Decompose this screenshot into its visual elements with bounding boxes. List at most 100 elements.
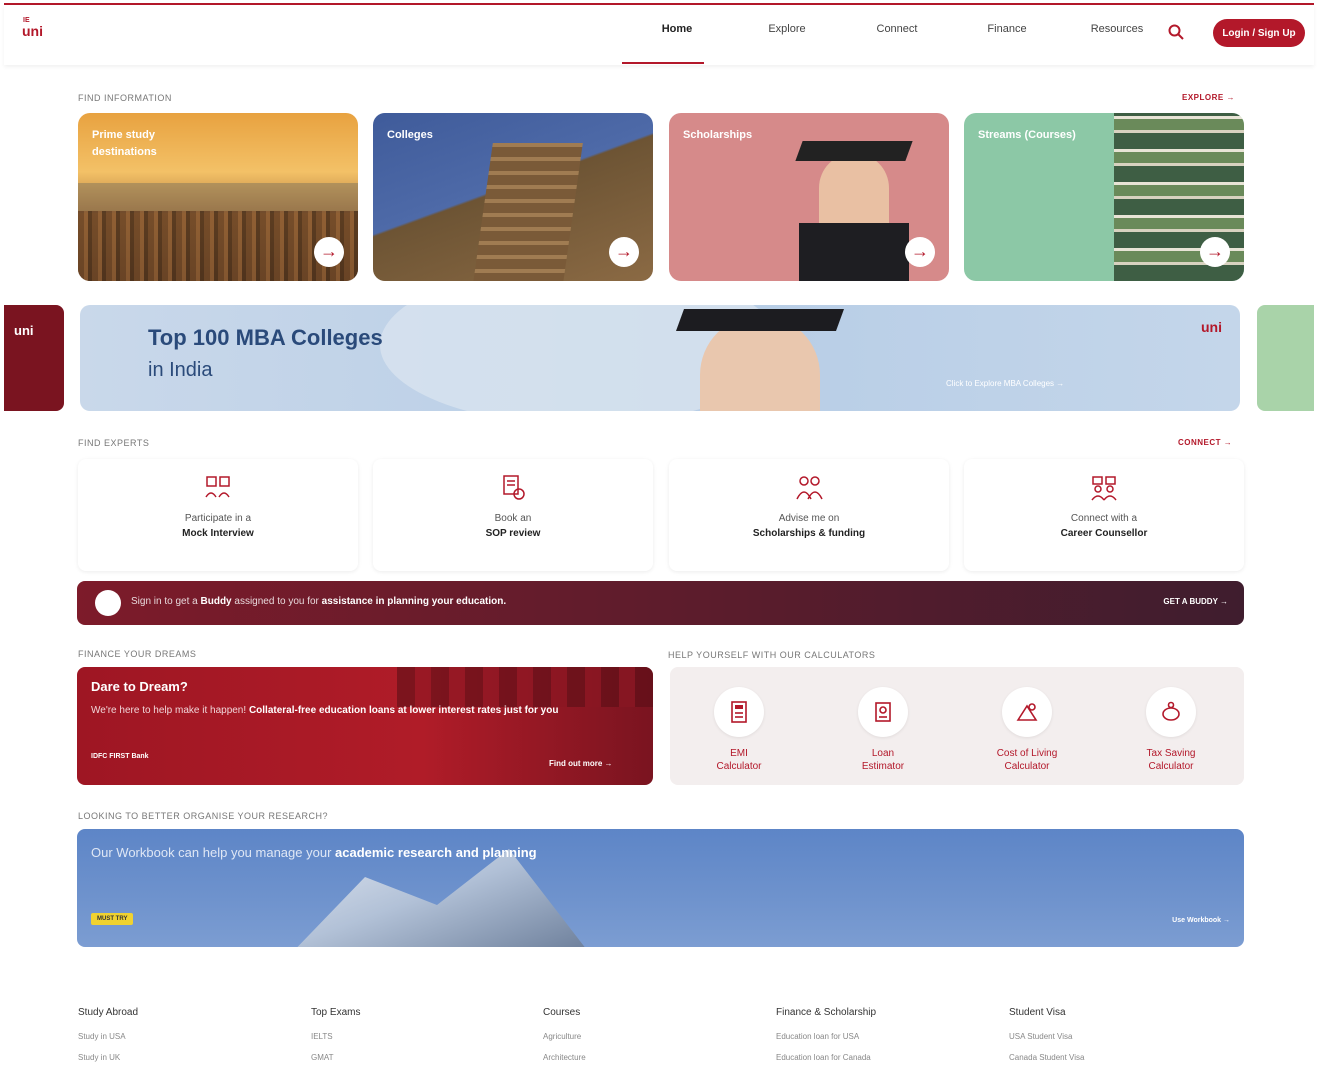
footer-link[interactable]: IELTS bbox=[311, 1032, 511, 1041]
calc-label: Tax Saving Calculator bbox=[1146, 748, 1196, 772]
expert-line2: SOP review bbox=[485, 528, 541, 539]
footer-column-courses: Courses Agriculture Architecture bbox=[543, 1007, 743, 1062]
connect-link[interactable]: CONNECT → bbox=[1178, 438, 1232, 447]
arrow-right-icon[interactable]: → bbox=[1200, 237, 1230, 267]
banner-subtitle: in India bbox=[148, 359, 213, 381]
idfc-bank-logo: IDFC FIRST Bank bbox=[91, 753, 149, 760]
nav-home[interactable]: Home bbox=[622, 5, 732, 64]
footer-link[interactable]: Education loan for Canada bbox=[776, 1053, 976, 1062]
calc-label: Cost of Living Calculator bbox=[996, 748, 1058, 772]
workbook-label: LOOKING TO BETTER ORGANISE YOUR RESEARCH… bbox=[78, 811, 329, 821]
calculators-label: HELP YOURSELF WITH OUR CALCULATORS bbox=[668, 650, 876, 660]
nav-connect[interactable]: Connect bbox=[842, 5, 952, 63]
cost-of-living-icon bbox=[1002, 687, 1052, 737]
tax-saving-calculator[interactable]: Tax Saving Calculator bbox=[1116, 687, 1226, 773]
expert-career-counsellor[interactable]: Connect with a Career Counsellor bbox=[964, 459, 1244, 571]
find-experts-label: FIND EXPERTS bbox=[78, 438, 150, 448]
carousel-next-slide[interactable] bbox=[1257, 305, 1314, 411]
footer-link[interactable]: USA Student Visa bbox=[1009, 1032, 1209, 1041]
card-colleges[interactable]: Colleges → bbox=[373, 113, 653, 281]
piggy-bank-icon bbox=[1146, 687, 1196, 737]
buddy-bar[interactable]: Sign in to get a Buddy assigned to you f… bbox=[77, 581, 1244, 625]
card-title: Streams (Courses) bbox=[978, 129, 1076, 141]
expert-line1: Advise me on bbox=[778, 513, 840, 524]
interview-icon bbox=[205, 476, 230, 498]
card-title: Scholarships bbox=[683, 129, 753, 141]
advisor-icon bbox=[796, 476, 823, 500]
emi-calculator[interactable]: EMI Calculator bbox=[684, 687, 794, 773]
footer-heading: Courses bbox=[543, 1007, 581, 1018]
buddy-avatar-icon bbox=[95, 590, 121, 616]
expert-line1: Book an bbox=[494, 513, 532, 524]
finance-title: Dare to Dream? bbox=[91, 679, 188, 694]
footer-link[interactable]: Study in UK bbox=[78, 1053, 278, 1062]
graduation-cap bbox=[675, 309, 845, 331]
mountain-image bbox=[257, 849, 617, 947]
card-study-destinations[interactable]: Prime study destinations → bbox=[78, 113, 358, 281]
login-signup-button[interactable]: Login / Sign Up bbox=[1213, 19, 1305, 47]
carousel-prev-slide[interactable]: uni bbox=[4, 305, 64, 411]
graduation-cap bbox=[795, 141, 913, 161]
expert-sop-review[interactable]: Book an SOP review bbox=[373, 459, 653, 571]
loan-estimator[interactable]: Loan Estimator bbox=[828, 687, 938, 773]
arrow-right-icon[interactable]: → bbox=[905, 237, 935, 267]
workbook-banner[interactable]: Our Workbook can help you manage your ac… bbox=[77, 829, 1244, 947]
building-image bbox=[473, 143, 583, 281]
card-title: Colleges bbox=[387, 129, 433, 141]
banner-logo: uni bbox=[1201, 319, 1222, 335]
find-out-more-link[interactable]: Find out more → bbox=[549, 759, 613, 768]
footer-column-student-visa: Student Visa USA Student Visa Canada Stu… bbox=[1009, 1007, 1209, 1062]
expert-scholarships-funding[interactable]: Advise me on Scholarships & funding bbox=[669, 459, 949, 571]
expert-line1: Connect with a bbox=[1070, 513, 1138, 524]
search-icon[interactable] bbox=[1167, 23, 1185, 41]
footer-column-finance-scholarship: Finance & Scholarship Education loan for… bbox=[776, 1007, 976, 1062]
calculator-icon bbox=[714, 687, 764, 737]
card-streams[interactable]: Streams (Courses) → bbox=[964, 113, 1244, 281]
gown bbox=[799, 223, 909, 281]
side-logo: uni bbox=[14, 323, 34, 338]
calc-label: Loan Estimator bbox=[861, 748, 905, 772]
footer-link[interactable]: Agriculture bbox=[543, 1032, 743, 1041]
counsellor-icon bbox=[1091, 476, 1117, 501]
expert-mock-interview[interactable]: Participate in a Mock Interview bbox=[78, 459, 358, 571]
footer-link[interactable]: Architecture bbox=[543, 1053, 743, 1062]
finance-card[interactable]: Dare to Dream? We're here to help make i… bbox=[77, 667, 653, 785]
finance-text: We're here to help make it happen! Colla… bbox=[91, 705, 559, 716]
page: IE uni Home Explore Connect Finance Reso… bbox=[4, 3, 1314, 1065]
footer-link[interactable]: Study in USA bbox=[78, 1032, 278, 1041]
loan-icon bbox=[858, 687, 908, 737]
mba-colleges-banner[interactable]: Top 100 MBA Colleges in India Click to E… bbox=[80, 305, 1240, 411]
must-try-badge: MUST TRY bbox=[91, 913, 134, 925]
banner-title: Top 100 MBA Colleges bbox=[148, 325, 383, 350]
logo[interactable]: IE uni bbox=[22, 17, 43, 39]
nav-finance[interactable]: Finance bbox=[952, 5, 1062, 63]
footer-column-top-exams: Top Exams IELTS GMAT bbox=[311, 1007, 511, 1062]
calc-label: EMI Calculator bbox=[716, 748, 762, 772]
nav-explore[interactable]: Explore bbox=[732, 5, 842, 63]
workbook-text: Our Workbook can help you manage your ac… bbox=[91, 845, 537, 860]
main-nav: Home Explore Connect Finance Resources bbox=[622, 5, 1172, 64]
expert-line1: Participate in a bbox=[184, 513, 252, 524]
footer-heading: Study Abroad bbox=[78, 1007, 139, 1018]
top-header: IE uni Home Explore Connect Finance Reso… bbox=[4, 5, 1314, 65]
logo-prefix: IE bbox=[23, 17, 30, 24]
calculators-panel: EMI Calculator Loan Estimator Cost of Livi… bbox=[670, 667, 1244, 785]
banner-explore-link[interactable]: Click to Explore MBA Colleges → bbox=[946, 379, 1064, 388]
mountain-silhouette bbox=[78, 183, 358, 213]
cost-of-living-calculator[interactable]: Cost of Living Calculator bbox=[972, 687, 1082, 773]
footer-link[interactable]: Education loan for USA bbox=[776, 1032, 976, 1041]
explore-link[interactable]: EXPLORE → bbox=[1182, 93, 1235, 102]
use-workbook-link[interactable]: Use Workbook → bbox=[1172, 917, 1230, 924]
card-title: Prime study destinations bbox=[92, 129, 157, 158]
expert-line2: Mock Interview bbox=[182, 528, 254, 539]
card-scholarships[interactable]: Scholarships → bbox=[669, 113, 949, 281]
get-a-buddy-link[interactable]: GET A BUDDY → bbox=[1163, 597, 1228, 606]
footer-link[interactable]: GMAT bbox=[311, 1053, 511, 1062]
arrow-right-icon[interactable]: → bbox=[609, 237, 639, 267]
find-information-label: FIND INFORMATION bbox=[78, 93, 172, 103]
footer-column-study-abroad: Study Abroad Study in USA Study in UK bbox=[78, 1007, 278, 1062]
footer-link[interactable]: Canada Student Visa bbox=[1009, 1053, 1209, 1062]
nav-resources[interactable]: Resources bbox=[1062, 5, 1172, 63]
expert-line2: Career Counsellor bbox=[1060, 528, 1148, 539]
arrow-right-icon[interactable]: → bbox=[314, 237, 344, 267]
